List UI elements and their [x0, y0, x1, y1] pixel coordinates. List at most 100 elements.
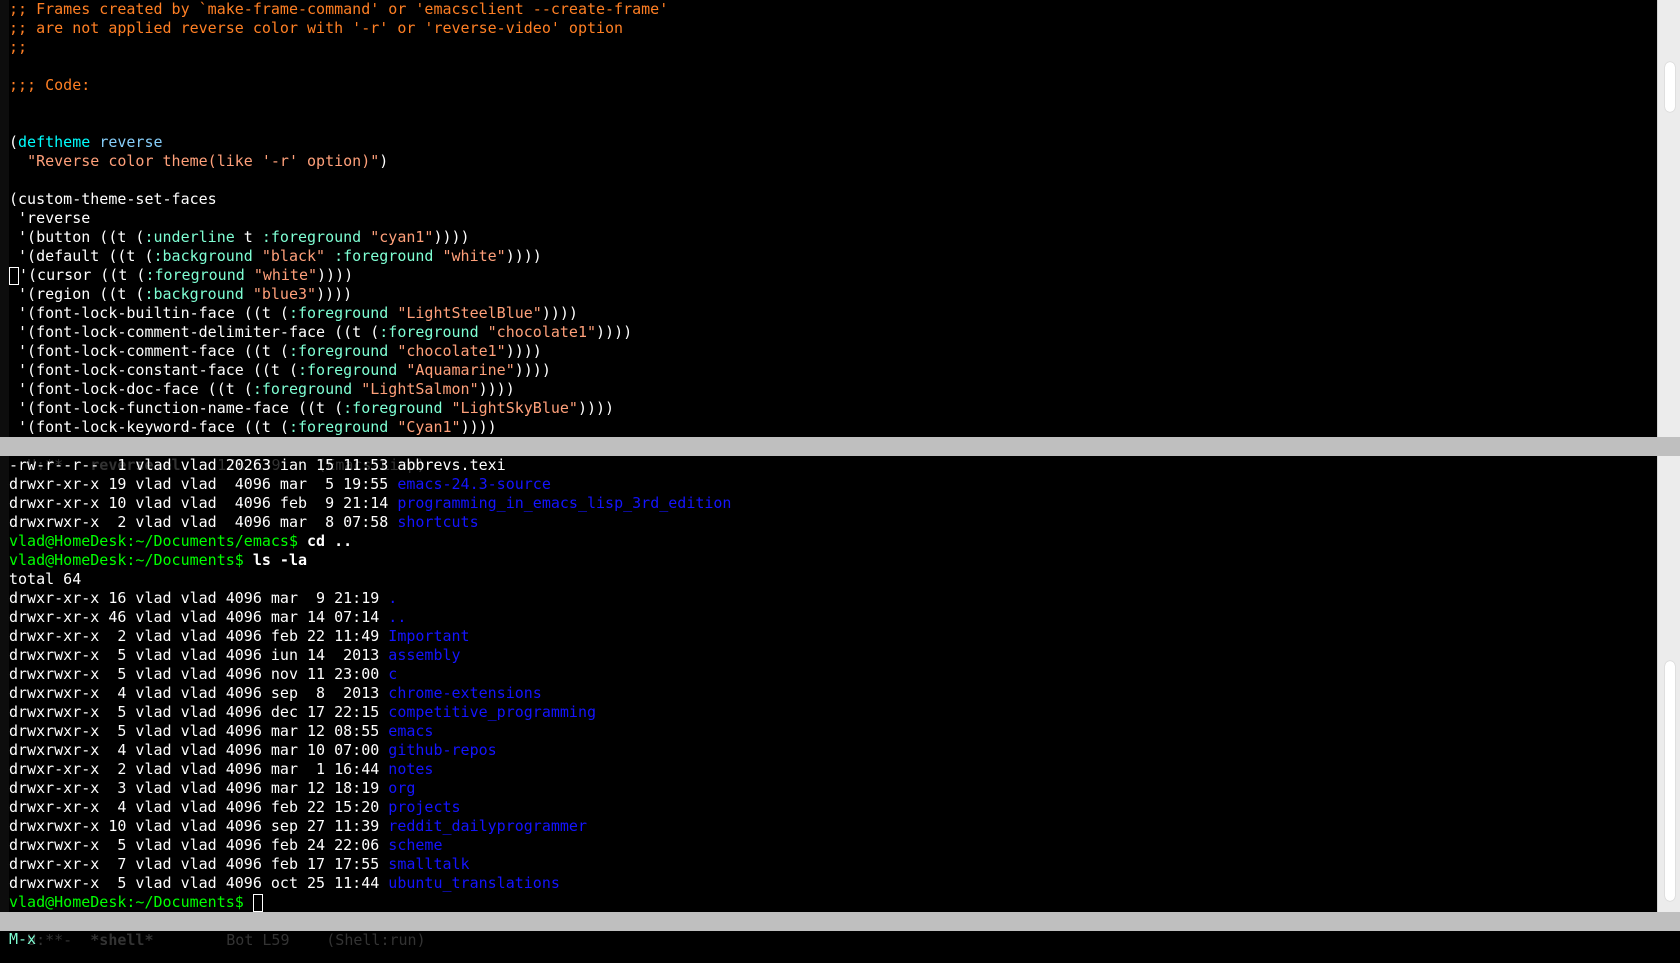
text-token: drwxrwxr-x 5 vlad vlad 4096 mar 12 08:55 [9, 722, 389, 740]
directory-name[interactable]: org [388, 779, 415, 797]
text-token: "LightSkyBlue" [451, 399, 578, 417]
directory-name[interactable]: c [388, 665, 397, 683]
code-line[interactable]: ;; are not applied reverse color with '-… [9, 19, 1646, 38]
code-line[interactable]: 'reverse [9, 209, 1646, 228]
shell-buffer-text[interactable]: -rw-r--r-- 1 vlad vlad 20263 ian 15 11:5… [9, 456, 1646, 912]
code-line[interactable]: ;; [9, 38, 1646, 57]
code-line[interactable]: '(default ((t (:background "black" :fore… [9, 247, 1646, 266]
code-scrollbar-thumb[interactable] [1665, 62, 1675, 112]
code-line[interactable]: (custom-theme-set-faces [9, 190, 1646, 209]
text-token: drwxr-xr-x 2 vlad vlad 4096 feb 22 11:49 [9, 627, 389, 645]
code-scrollbar[interactable] [1657, 0, 1680, 437]
directory-name[interactable]: projects [388, 798, 460, 816]
shell-line[interactable]: drwxr-xr-x 16 vlad vlad 4096 mar 9 21:19… [9, 589, 1646, 608]
shell-line[interactable]: vlad@HomeDesk:~/Documents$ [9, 893, 1646, 912]
code-line[interactable]: '(button ((t (:underline t :foreground "… [9, 228, 1646, 247]
code-line[interactable] [9, 114, 1646, 133]
code-line[interactable]: ;;; Code: [9, 76, 1646, 95]
directory-name[interactable]: emacs [388, 722, 433, 740]
shell-line[interactable]: drwxr-xr-x 7 vlad vlad 4096 feb 17 17:55… [9, 855, 1646, 874]
directory-name[interactable]: programming_in_emacs_lisp_3rd_edition [397, 494, 731, 512]
text-token: ;; Frames created by `make-frame-command… [9, 0, 669, 18]
code-line[interactable]: ;; Frames created by `make-frame-command… [9, 0, 1646, 19]
text-token: drwxr-xr-x 2 vlad vlad 4096 mar 1 16:44 [9, 760, 389, 778]
shell-line[interactable]: drwxrwxr-x 2 vlad vlad 4096 mar 8 07:58 … [9, 513, 1646, 532]
shell-line[interactable]: drwxrwxr-x 4 vlad vlad 4096 sep 8 2013 c… [9, 684, 1646, 703]
shell-line[interactable]: drwxrwxr-x 5 vlad vlad 4096 mar 12 08:55… [9, 722, 1646, 741]
shell-line[interactable]: drwxr-xr-x 2 vlad vlad 4096 mar 1 16:44 … [9, 760, 1646, 779]
directory-name[interactable]: .. [388, 608, 406, 626]
directory-name[interactable]: . [388, 589, 397, 607]
text-token: :foreground [297, 361, 398, 379]
code-line[interactable] [9, 57, 1646, 76]
shell-line[interactable]: drwxr-xr-x 3 vlad vlad 4096 mar 12 18:19… [9, 779, 1646, 798]
text-token: drwxr-xr-x 16 vlad vlad 4096 mar 9 21:19 [9, 589, 389, 607]
shell-line[interactable]: drwxr-xr-x 10 vlad vlad 4096 feb 9 21:14… [9, 494, 1646, 513]
shell-line[interactable]: drwxrwxr-x 5 vlad vlad 4096 nov 11 23:00… [9, 665, 1646, 684]
code-line[interactable]: '(font-lock-doc-face ((t (:foreground "L… [9, 380, 1646, 399]
shell-line[interactable]: drwxrwxr-x 5 vlad vlad 4096 iun 14 2013 … [9, 646, 1646, 665]
code-line[interactable]: '(font-lock-function-name-face ((t (:for… [9, 399, 1646, 418]
code-line[interactable]: '(cursor ((t (:foreground "white")))) [9, 266, 1646, 285]
code-line[interactable]: '(font-lock-constant-face ((t (:foregrou… [9, 361, 1646, 380]
code-line[interactable]: '(font-lock-comment-delimiter-face ((t (… [9, 323, 1646, 342]
text-token: deftheme [18, 133, 91, 151]
shell-window[interactable]: -rw-r--r-- 1 vlad vlad 20263 ian 15 11:5… [0, 456, 1646, 912]
shell-line[interactable]: drwxrwxr-x 4 vlad vlad 4096 mar 10 07:00… [9, 741, 1646, 760]
shell-line[interactable]: drwxr-xr-x 46 vlad vlad 4096 mar 14 07:1… [9, 608, 1646, 627]
directory-name[interactable]: assembly [388, 646, 460, 664]
shell-line[interactable]: drwxrwxr-x 5 vlad vlad 4096 feb 24 22:06… [9, 836, 1646, 855]
directory-name[interactable]: reddit_dailyprogrammer [388, 817, 587, 835]
code-line[interactable] [9, 95, 1646, 114]
code-line[interactable]: "Reverse color theme(like '-r' option)") [9, 152, 1646, 171]
code-buffer-text[interactable]: ;; Frames created by `make-frame-command… [9, 0, 1646, 437]
text-token: )))) [577, 399, 615, 417]
directory-name[interactable]: competitive_programming [388, 703, 596, 721]
text-token: drwxr-xr-x 3 vlad vlad 4096 mar 12 18:19 [9, 779, 389, 797]
directory-name[interactable]: chrome-extensions [388, 684, 542, 702]
code-window[interactable]: ;; Frames created by `make-frame-command… [0, 0, 1646, 437]
code-line[interactable] [9, 171, 1646, 190]
code-line[interactable]: '(region ((t (:background "blue3")))) [9, 285, 1646, 304]
text-token: ;; are not applied reverse color with '-… [9, 19, 624, 37]
directory-name[interactable]: scheme [388, 836, 442, 854]
shell-line[interactable]: -rw-r--r-- 1 vlad vlad 20263 ian 15 11:5… [9, 456, 1646, 475]
shell-line[interactable]: drwxrwxr-x 5 vlad vlad 4096 oct 25 11:44… [9, 874, 1646, 893]
shell-line[interactable]: drwxr-xr-x 4 vlad vlad 4096 feb 22 15:20… [9, 798, 1646, 817]
shell-line[interactable]: drwxr-xr-x 2 vlad vlad 4096 feb 22 11:49… [9, 627, 1646, 646]
code-line[interactable]: '(font-lock-builtin-face ((t (:foregroun… [9, 304, 1646, 323]
directory-name[interactable]: emacs-24.3-source [397, 475, 551, 493]
code-line[interactable]: (deftheme reverse [9, 133, 1646, 152]
shell-line[interactable]: drwxrwxr-x 5 vlad vlad 4096 dec 17 22:15… [9, 703, 1646, 722]
text-token: "white" [442, 247, 506, 265]
shell-line[interactable]: total 64 [9, 570, 1646, 589]
shell-line[interactable]: vlad@HomeDesk:~/Documents$ ls -la [9, 551, 1646, 570]
code-line[interactable]: '(font-lock-comment-face ((t (:foregroun… [9, 342, 1646, 361]
code-mode-line[interactable]: U:**- reverse.el 17% L39 (Emacs-Lisp) [0, 437, 1680, 474]
shell-line[interactable]: drwxr-xr-x 19 vlad vlad 4096 mar 5 19:55… [9, 475, 1646, 494]
shell-mode-line[interactable]: U:**- *shell* Bot L59 (Shell:run) [0, 912, 1680, 949]
text-token: 'reverse [9, 209, 91, 227]
directory-name[interactable]: smalltalk [388, 855, 469, 873]
shell-line[interactable]: drwxrwxr-x 10 vlad vlad 4096 sep 27 11:3… [9, 817, 1646, 836]
code-line[interactable]: '(font-lock-keyword-face ((t (:foregroun… [9, 418, 1646, 437]
shell-scrollbar[interactable] [1657, 456, 1680, 912]
directory-name[interactable]: shortcuts [397, 513, 478, 531]
directory-name[interactable]: Important [388, 627, 469, 645]
minibuffer[interactable]: M-x [0, 930, 1655, 949]
directory-name[interactable]: ubuntu_translations [388, 874, 560, 892]
text-token: )))) [316, 285, 353, 303]
text-token: cd .. [307, 532, 353, 550]
directory-name[interactable]: github-repos [388, 741, 496, 759]
shell-line[interactable]: vlad@HomeDesk:~/Documents/emacs$ cd .. [9, 532, 1646, 551]
text-token: )))) [505, 247, 542, 265]
text-token: "chocolate1" [487, 323, 597, 341]
directory-name[interactable]: notes [388, 760, 433, 778]
shell-scrollbar-thumb[interactable] [1665, 661, 1675, 901]
